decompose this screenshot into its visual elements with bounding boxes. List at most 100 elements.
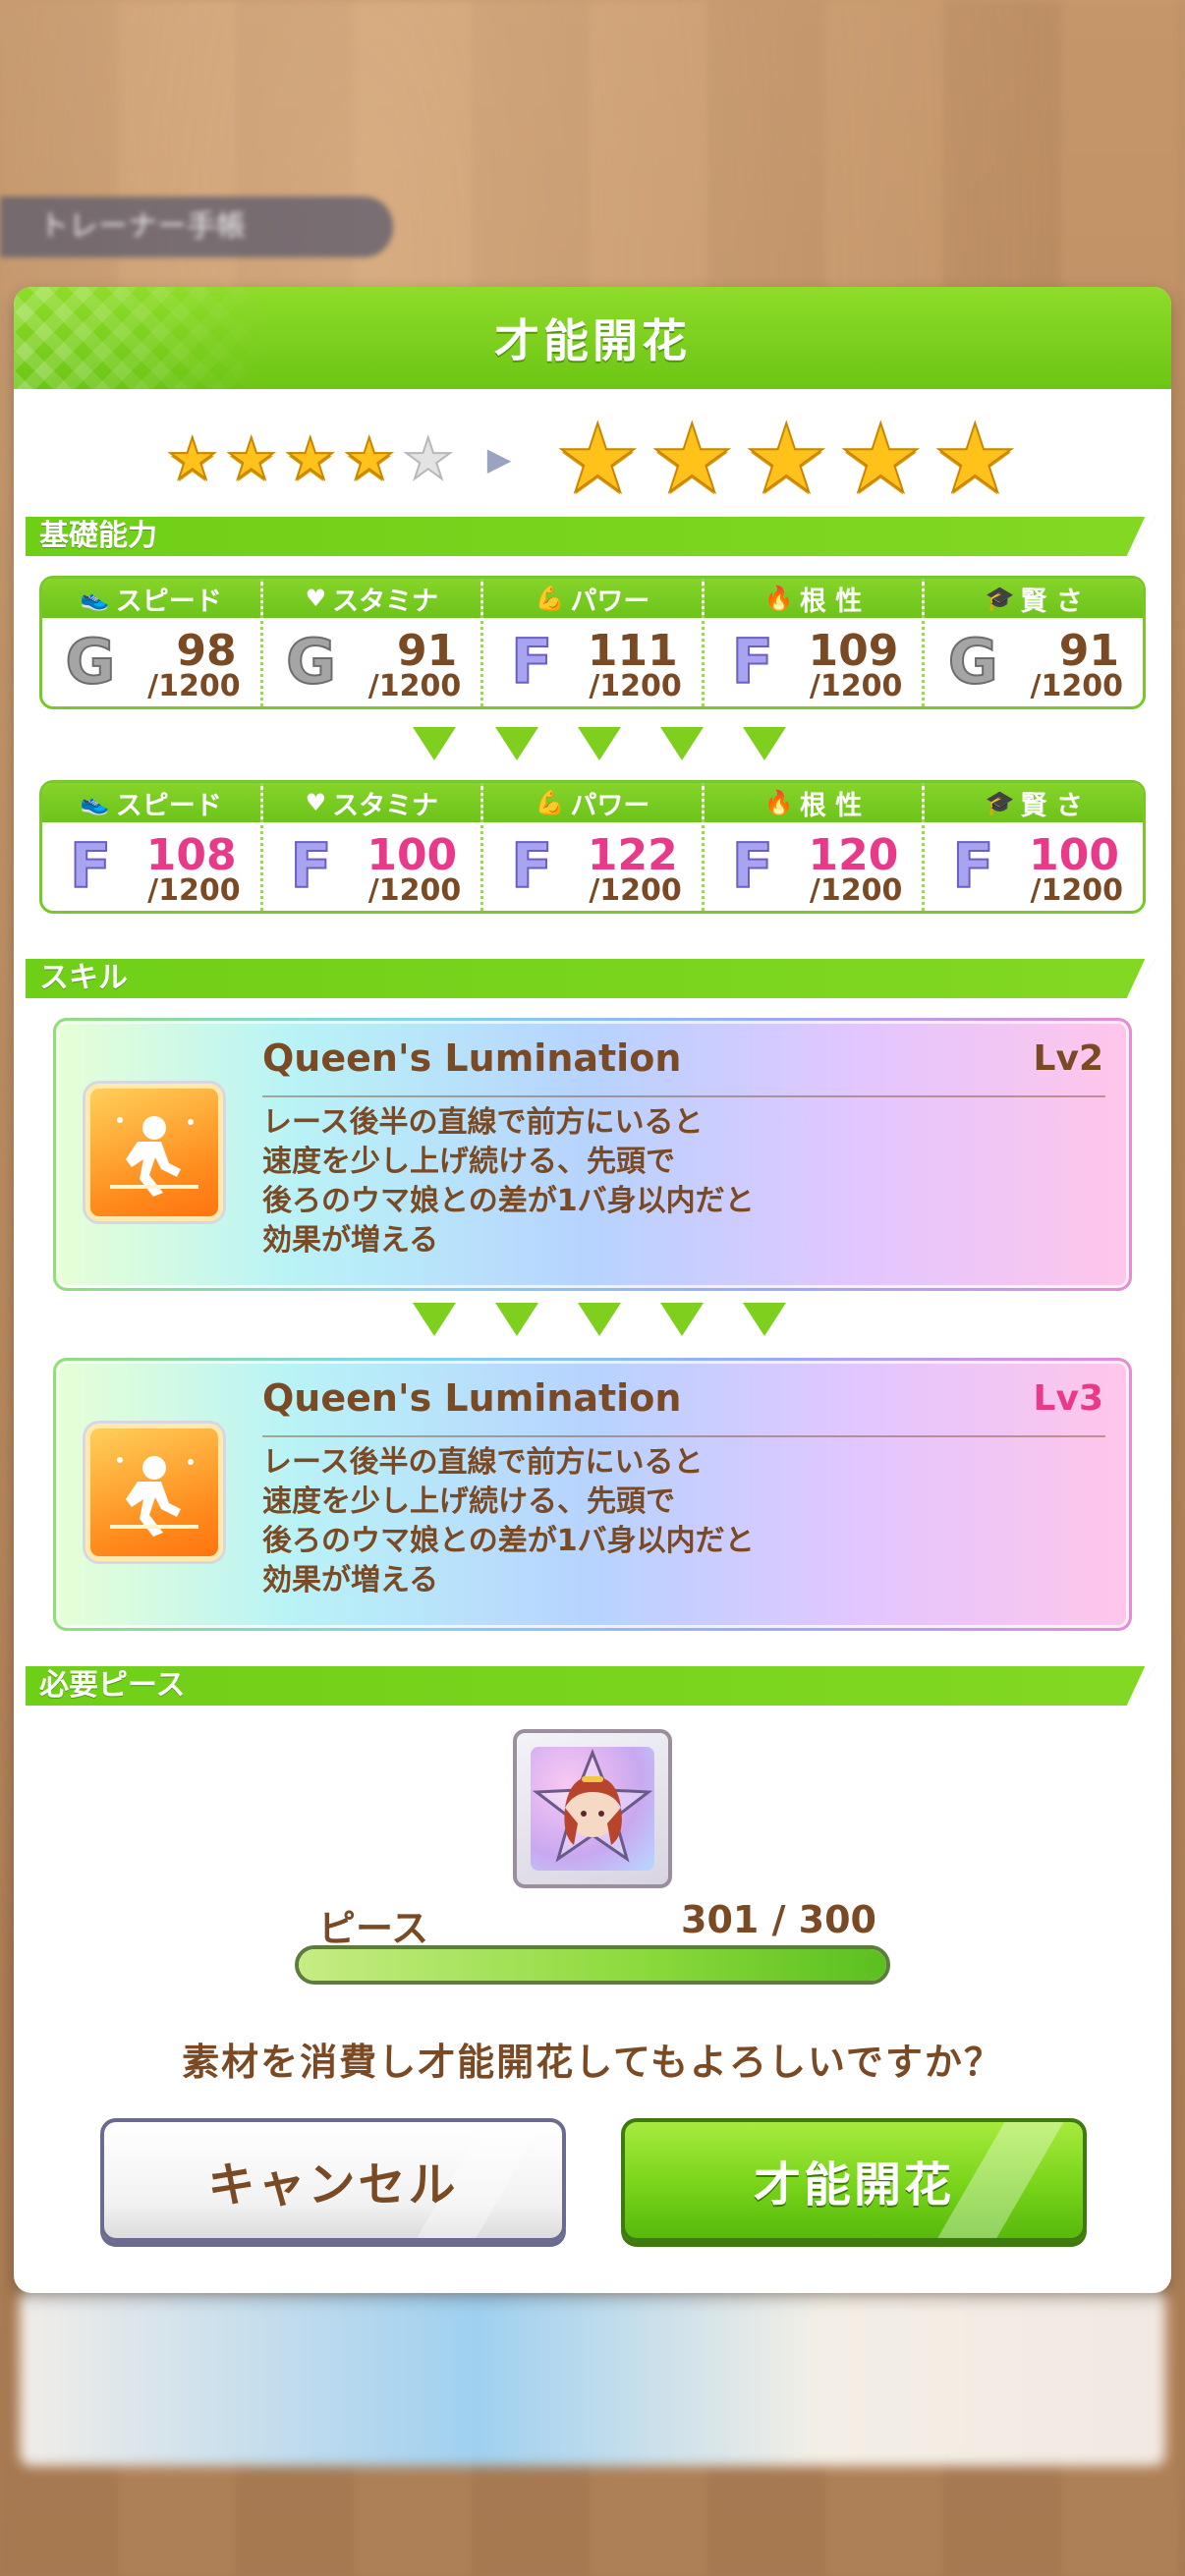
down-arrow-icon (413, 727, 456, 760)
skill-description: レース後半の直線で前方にいると 速度を少し上げ続ける、先頭で 後ろのウマ娘との差… (262, 1103, 852, 1260)
down-arrow-icon (578, 727, 621, 760)
stat-max: /1200 (1030, 873, 1123, 908)
skill-description-line: 速度を少し上げ続ける、先頭で (262, 1145, 675, 1179)
rank-badge: G (947, 626, 999, 698)
stat-body: F 111/1200 (483, 618, 702, 706)
stat-label: スタミナ (332, 790, 439, 821)
section-title: 基礎能力 (39, 519, 157, 553)
down-arrows-skill (14, 1303, 1171, 1346)
skill-description-line: レース後半の直線で前方にいると (262, 1445, 704, 1480)
rank-badge: G (285, 626, 337, 698)
section-base-stats: 基礎能力 (26, 517, 1156, 556)
stat-max: /1200 (1030, 669, 1123, 703)
stat-body: F 100/1200 (263, 822, 481, 911)
down-arrow-icon (495, 1303, 538, 1336)
section-title: 必要ピース (39, 1668, 186, 1703)
star-icon: ★ (343, 425, 396, 492)
stat-max: /1200 (589, 873, 682, 908)
star-icon: ★ (284, 425, 337, 492)
skill-level: Lv2 (1033, 1038, 1103, 1079)
stat-label: 賢 さ (1020, 586, 1083, 617)
shoe-icon: 👟 (80, 585, 110, 612)
stat-column: 👟 スピード F 108/1200 (42, 783, 263, 911)
stat-column: ♥ スタミナ G 91/1200 (262, 579, 484, 706)
skill-description-line: レース後半の直線で前方にいると (262, 1105, 704, 1140)
stat-header: 👟 スピード (42, 579, 260, 618)
star-rank-row: ★ ★ ★ ★ ★ ▶ ★ ★ ★ ★ ★ (14, 404, 1171, 514)
stats-after-panel: 👟 スピード F 108/1200 ♥ スタミナ F 100/1200 💪 パワー F 122/120… (39, 780, 1146, 914)
stat-label: スピード (115, 586, 222, 617)
down-arrow-icon (660, 1303, 704, 1336)
stat-header: 🎓 賢 さ (925, 783, 1143, 822)
graduation-cap-icon: 🎓 (985, 585, 1015, 612)
stat-column: 💪 パワー F 111/1200 (483, 579, 705, 706)
stat-header: ♥ スタミナ (262, 783, 481, 822)
star-icon: ★ (554, 404, 641, 514)
muscle-icon: 💪 (535, 789, 565, 816)
stat-label: パワー (570, 790, 650, 821)
cancel-button-label: キャンセル (207, 2157, 459, 2212)
divider (262, 1435, 1105, 1437)
stat-column: 🎓 賢 さ F 100/1200 (925, 783, 1143, 911)
stat-body: F 122/1200 (483, 822, 702, 911)
dialog-header: 才能開花 (14, 287, 1171, 389)
star-empty-icon: ★ (402, 425, 455, 492)
stat-max: /1200 (147, 669, 241, 703)
stat-body: F 120/1200 (705, 822, 923, 911)
down-arrow-icon (660, 727, 704, 760)
section-title: スキル (39, 961, 128, 995)
skill-card-after: Queen's Lumination Lv3 レース後半の直線で前方にいると 速… (53, 1358, 1132, 1631)
stat-column: 🔥 根 性 F 109/1200 (704, 579, 926, 706)
skill-card-before: Queen's Lumination Lv2 レース後半の直線で前方にいると 速… (53, 1018, 1132, 1291)
star-icon: ★ (166, 425, 219, 492)
skill-name: Queen's Lumination (262, 1036, 682, 1080)
star-icon: ★ (649, 404, 735, 514)
skill-description: レース後半の直線で前方にいると 速度を少し上げ続ける、先頭で 後ろのウマ娘との差… (262, 1443, 852, 1600)
stat-column: ♥ スタミナ F 100/1200 (262, 783, 484, 911)
stat-header: 💪 パワー (483, 579, 702, 618)
arrow-right-icon: ▶ (486, 440, 512, 477)
piece-progress-bar (295, 1945, 890, 1985)
stat-column: 🔥 根 性 F 120/1200 (704, 783, 926, 911)
stat-label: スピード (115, 790, 222, 821)
stat-max: /1200 (589, 669, 682, 703)
heart-icon: ♥ (305, 789, 327, 816)
stat-body: G 91/1200 (925, 618, 1143, 706)
stat-header: ♥ スタミナ (262, 579, 481, 618)
stat-column: 🎓 賢 さ G 91/1200 (925, 579, 1143, 706)
stars-before: ★ ★ ★ ★ ★ (163, 425, 458, 492)
flame-icon: 🔥 (763, 789, 794, 816)
skill-speed-icon (85, 1084, 223, 1221)
character-piece-icon (513, 1729, 672, 1888)
stat-label: 賢 さ (1020, 790, 1083, 821)
rank-badge: F (289, 830, 332, 902)
stat-label: スタミナ (332, 586, 439, 617)
stat-column: 👟 スピード G 98/1200 (42, 579, 263, 706)
graduation-cap-icon: 🎓 (985, 789, 1015, 816)
stat-header: 🔥 根 性 (704, 579, 923, 618)
stat-header: 👟 スピード (42, 783, 260, 822)
shoe-icon: 👟 (80, 789, 110, 816)
stat-body: G 98/1200 (42, 618, 260, 706)
stat-header: 🎓 賢 さ (925, 579, 1143, 618)
rank-badge: F (510, 626, 553, 698)
stat-label: パワー (570, 586, 650, 617)
stat-max: /1200 (367, 669, 462, 703)
down-arrow-icon (495, 727, 538, 760)
rank-badge: F (951, 830, 994, 902)
stat-body: F 100/1200 (925, 822, 1143, 911)
cancel-button[interactable]: キャンセル (100, 2118, 566, 2242)
section-skill: スキル (26, 959, 1156, 998)
down-arrow-icon (578, 1303, 621, 1336)
skill-description-line: 後ろのウマ娘との差が1バ身以内だと (262, 1184, 755, 1218)
stats-before-panel: 👟 スピード G 98/1200 ♥ スタミナ G 91/1200 💪 パワー F 111/1200 🔥… (39, 576, 1146, 709)
skill-description-line: 効果が増える (262, 1223, 439, 1258)
dialog-title: 才能開花 (494, 314, 691, 367)
flame-icon: 🔥 (763, 585, 794, 612)
awaken-button[interactable]: 才能開花 (621, 2118, 1087, 2242)
stat-max: /1200 (809, 669, 903, 703)
rank-badge: G (65, 626, 117, 698)
muscle-icon: 💪 (535, 585, 565, 612)
confirm-message: 素材を消費し才能開花してもよろしいですか？ (182, 2041, 1003, 2084)
star-icon: ★ (225, 425, 278, 492)
